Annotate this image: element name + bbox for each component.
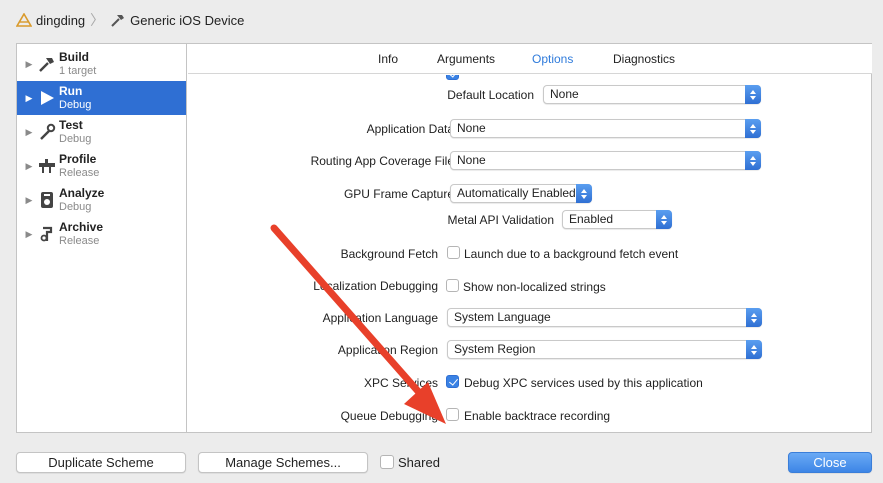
app-project-icon bbox=[16, 13, 32, 27]
xpc-services-label: XPC Services bbox=[363, 376, 438, 390]
sidebar-item-label: Build bbox=[59, 50, 89, 64]
disclosure-triangle-icon[interactable]: ▶ bbox=[17, 59, 37, 70]
localization-debugging-checkbox-label[interactable]: Show non-localized strings bbox=[463, 280, 606, 294]
metal-api-validation-popup[interactable]: Enabled bbox=[562, 210, 672, 229]
gpu-frame-capture-label: GPU Frame Capture bbox=[343, 187, 454, 201]
popup-stepper-icon bbox=[745, 119, 761, 138]
popup-stepper-icon bbox=[745, 151, 761, 170]
routing-coverage-value: None bbox=[457, 153, 486, 167]
chevron-right-icon: 〉 bbox=[90, 12, 105, 28]
default-location-popup[interactable]: None bbox=[543, 85, 761, 104]
scheme-tabs: Info Arguments Options Diagnostics bbox=[188, 44, 872, 74]
background-fetch-label: Background Fetch bbox=[340, 247, 438, 261]
background-fetch-checkbox-label[interactable]: Launch due to a background fetch event bbox=[464, 247, 678, 261]
close-button[interactable]: Close bbox=[788, 452, 872, 473]
sidebar-item-profile[interactable]: ▶ Profile Release bbox=[17, 149, 186, 183]
application-region-label: Application Region bbox=[337, 343, 438, 357]
application-language-popup[interactable]: System Language bbox=[447, 308, 762, 327]
disclosure-triangle-icon[interactable]: ▶ bbox=[17, 127, 37, 138]
queue-debugging-checkbox-label[interactable]: Enable backtrace recording bbox=[464, 409, 610, 423]
analyze-icon bbox=[37, 190, 56, 210]
metal-api-validation-value: Enabled bbox=[569, 212, 614, 226]
popup-stepper-icon bbox=[746, 308, 762, 327]
application-region-popup[interactable]: System Region bbox=[447, 340, 762, 359]
sidebar-item-sublabel: Debug bbox=[59, 99, 92, 111]
sidebar-item-label: Run bbox=[59, 84, 83, 98]
duplicate-scheme-button[interactable]: Duplicate Scheme bbox=[16, 452, 186, 473]
application-language-label: Application Language bbox=[322, 311, 438, 325]
sidebar-item-run[interactable]: ▶ Run Debug bbox=[17, 81, 186, 115]
disclosure-triangle-icon[interactable]: ▶ bbox=[17, 93, 37, 104]
localization-debugging-label: Localization Debugging bbox=[313, 279, 438, 293]
wrench-icon bbox=[37, 122, 56, 142]
sidebar-item-sublabel: Debug bbox=[59, 201, 92, 213]
breadcrumb: dingding 〉 Generic iOS Device bbox=[0, 0, 883, 40]
breadcrumb-project[interactable]: dingding bbox=[16, 13, 85, 28]
default-location-label: Default Location bbox=[447, 88, 534, 102]
sidebar-item-label: Analyze bbox=[59, 186, 105, 200]
shared-checkbox[interactable] bbox=[380, 455, 394, 469]
sidebar-item-label: Archive bbox=[59, 220, 104, 234]
tab-arguments[interactable]: Arguments bbox=[437, 52, 495, 66]
application-data-value: None bbox=[457, 121, 486, 135]
localization-debugging-checkbox[interactable] bbox=[446, 279, 459, 292]
manage-schemes-button[interactable]: Manage Schemes... bbox=[198, 452, 368, 473]
tab-diagnostics[interactable]: Diagnostics bbox=[613, 52, 675, 66]
application-region-value: System Region bbox=[454, 342, 536, 356]
queue-debugging-checkbox[interactable] bbox=[446, 408, 459, 421]
popup-stepper-icon bbox=[576, 184, 592, 203]
tab-info[interactable]: Info bbox=[378, 52, 398, 66]
sidebar-item-test[interactable]: ▶ Test Debug bbox=[17, 115, 186, 149]
queue-debugging-label: Queue Debugging bbox=[340, 409, 438, 423]
sidebar-item-sublabel: Release bbox=[59, 235, 100, 247]
allow-location-checkbox[interactable] bbox=[446, 75, 459, 80]
disclosure-triangle-icon[interactable]: ▶ bbox=[17, 195, 37, 206]
popup-stepper-icon bbox=[656, 210, 672, 229]
sidebar-item-label: Test bbox=[59, 118, 83, 132]
disclosure-triangle-icon[interactable]: ▶ bbox=[17, 161, 37, 172]
hammer-icon bbox=[111, 15, 125, 27]
breadcrumb-device-label: Generic iOS Device bbox=[130, 12, 245, 28]
background-fetch-checkbox[interactable] bbox=[447, 246, 460, 259]
scheme-action-sidebar: ▶ Build 1 target ▶ Run Debug ▶ Test Debug ▶ bbox=[17, 44, 187, 432]
disclosure-triangle-icon[interactable]: ▶ bbox=[17, 229, 37, 240]
application-data-label: Application Data bbox=[366, 122, 454, 136]
archive-icon bbox=[37, 224, 56, 244]
shared-checkbox-label[interactable]: Shared bbox=[398, 455, 440, 470]
xpc-services-checkbox[interactable] bbox=[446, 375, 459, 388]
gpu-frame-capture-popup[interactable]: Automatically Enabled bbox=[450, 184, 592, 203]
metal-api-validation-label: Metal API Validation bbox=[447, 213, 554, 227]
sidebar-item-label: Profile bbox=[59, 152, 97, 166]
default-location-value: None bbox=[550, 87, 579, 101]
options-panel: Default Location None Application Data N… bbox=[188, 75, 872, 432]
instruments-icon bbox=[37, 156, 56, 176]
play-icon bbox=[37, 88, 56, 108]
hammer-icon bbox=[37, 54, 56, 74]
tab-options[interactable]: Options bbox=[532, 52, 573, 66]
application-language-value: System Language bbox=[454, 310, 551, 324]
sidebar-item-analyze[interactable]: ▶ Analyze Debug bbox=[17, 183, 186, 217]
sidebar-item-build[interactable]: ▶ Build 1 target bbox=[17, 47, 186, 81]
sidebar-item-sublabel: Debug bbox=[59, 133, 92, 145]
popup-stepper-icon bbox=[745, 85, 761, 104]
application-data-popup[interactable]: None bbox=[450, 119, 761, 138]
gpu-frame-capture-value: Automatically Enabled bbox=[457, 186, 576, 200]
sidebar-item-sublabel: 1 target bbox=[59, 65, 97, 77]
breadcrumb-device[interactable]: Generic iOS Device bbox=[110, 13, 244, 28]
routing-coverage-label: Routing App Coverage File bbox=[310, 154, 454, 168]
breadcrumb-project-label: dingding bbox=[36, 12, 86, 28]
routing-coverage-popup[interactable]: None bbox=[450, 151, 761, 170]
sidebar-item-archive[interactable]: ▶ Archive Release bbox=[17, 217, 186, 251]
sidebar-item-sublabel: Release bbox=[59, 167, 100, 179]
popup-stepper-icon bbox=[746, 340, 762, 359]
scheme-editor-pane: ▶ Build 1 target ▶ Run Debug ▶ Test Debug ▶ bbox=[16, 43, 872, 433]
xpc-services-checkbox-label[interactable]: Debug XPC services used by this applicat… bbox=[464, 376, 703, 390]
